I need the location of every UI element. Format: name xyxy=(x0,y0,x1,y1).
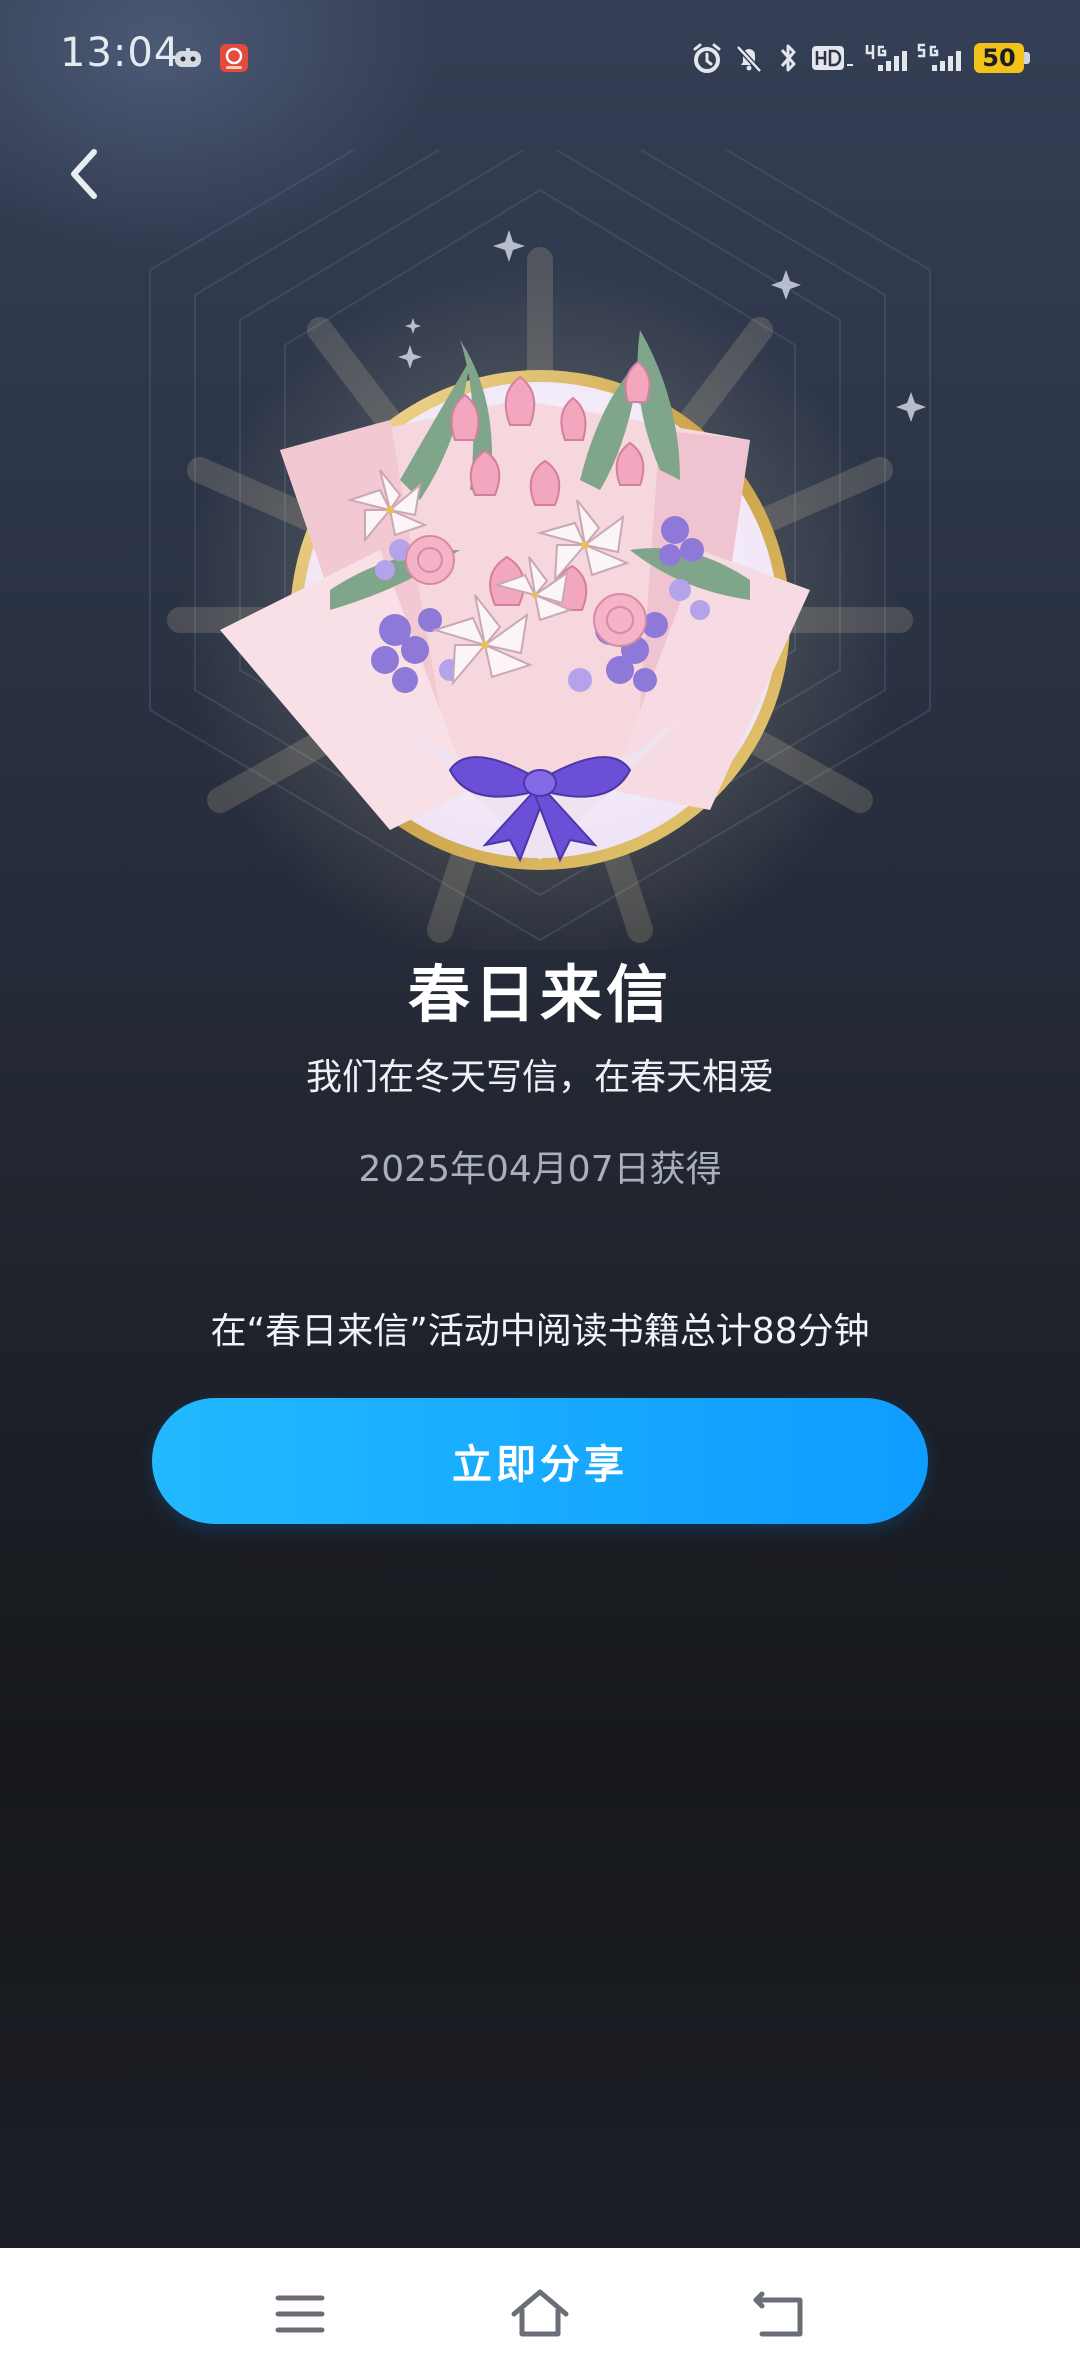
menu-icon[interactable] xyxy=(260,2274,340,2354)
chevron-left-icon[interactable] xyxy=(56,138,116,210)
battery-level: 50 xyxy=(974,43,1024,73)
hd-voice-icon xyxy=(812,46,853,70)
signal-5g-icon xyxy=(917,43,961,71)
system-navigation-bar xyxy=(0,2248,1080,2376)
app-notification-icon xyxy=(220,44,248,72)
signal-4g-icon xyxy=(865,45,907,71)
return-icon[interactable] xyxy=(740,2274,820,2354)
battery-indicator: 50 xyxy=(974,43,1030,73)
badge-subtitle: 我们在冬天写信，在春天相爱 xyxy=(305,1057,774,1098)
badge-detail-screen: 13:04 50 春日来信 我们在冬天写信，在春天相爱 2025年04月07日获… xyxy=(0,0,1080,2248)
bluetooth-icon xyxy=(780,44,796,72)
home-icon[interactable] xyxy=(500,2274,580,2354)
status-time: 13:04 xyxy=(60,30,181,76)
alarm-icon xyxy=(693,43,721,73)
status-bar: 13:04 50 xyxy=(0,0,1080,116)
badge-description: 在“春日来信”活动中阅读书籍总计88分钟 xyxy=(210,1311,870,1352)
badge-title: 春日来信 xyxy=(407,958,672,1031)
share-button[interactable]: 立即分享 xyxy=(152,1398,928,1524)
badge-earned-date: 2025年04月07日获得 xyxy=(358,1149,722,1190)
mute-bell-icon xyxy=(736,45,762,73)
battery-tip xyxy=(1024,52,1030,64)
badge-illustration xyxy=(140,150,940,950)
status-indicators: 50 xyxy=(690,36,1030,80)
game-controller-icon xyxy=(175,48,201,67)
flower-bouquet-badge xyxy=(149,150,931,950)
